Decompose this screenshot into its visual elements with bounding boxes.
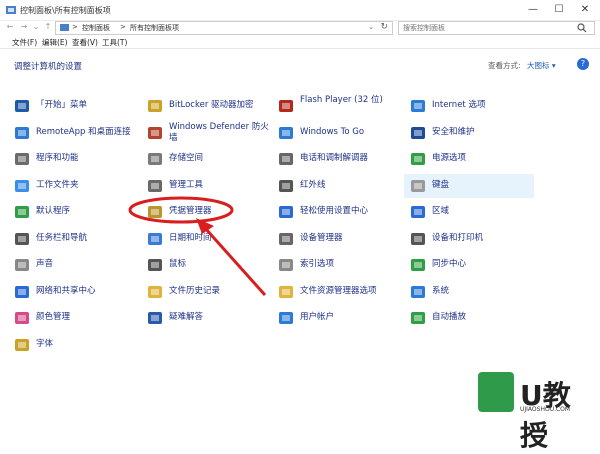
annotation-overlay	[128, 196, 267, 297]
watermark-text: U教授	[520, 379, 571, 452]
watermark-subtext: UJIAOSHOU.COM	[520, 406, 571, 413]
watermark-badge	[478, 372, 514, 412]
watermark-logo: U教授 UJIAOSHOU.COM	[478, 366, 596, 452]
pointer-arrow-shaft	[203, 226, 267, 297]
highlight-ellipse	[128, 196, 234, 224]
